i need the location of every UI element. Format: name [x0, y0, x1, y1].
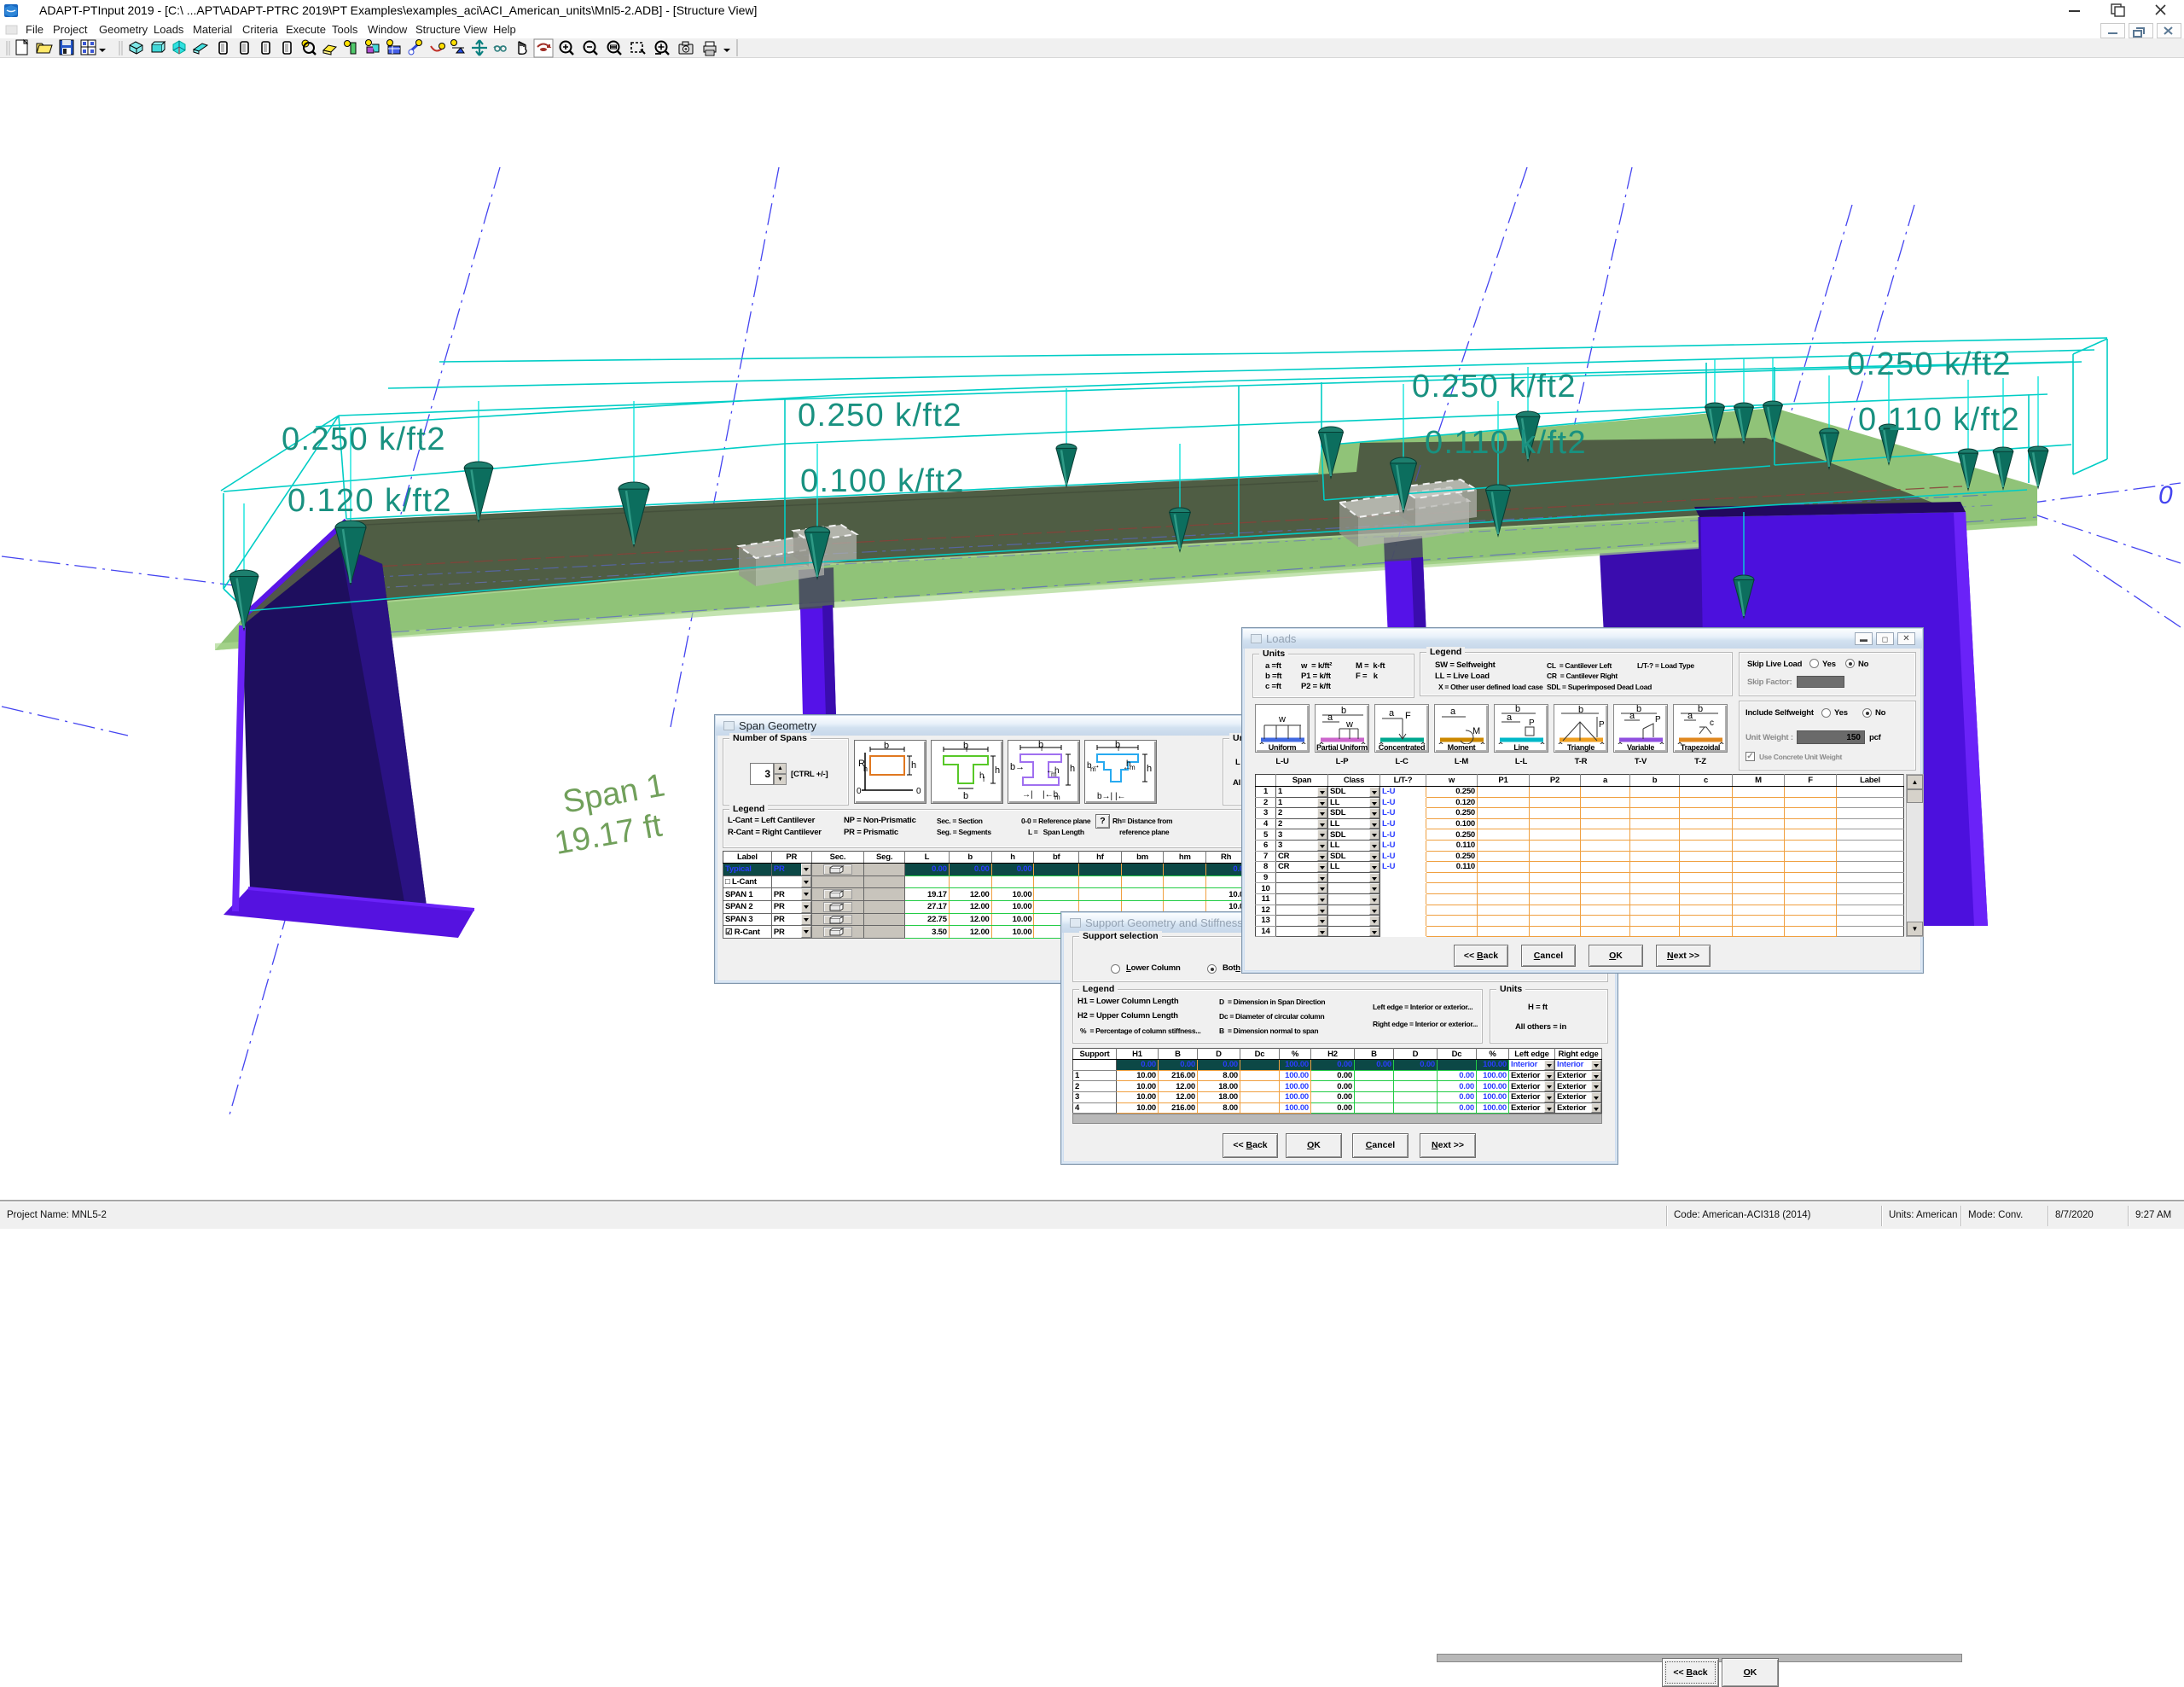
svg-text:0.120 k/ft2: 0.120 k/ft2 — [288, 483, 452, 519]
svg-text:b→: b→ — [1010, 762, 1025, 772]
svg-text:a: a — [1629, 711, 1635, 721]
svg-text:M: M — [1472, 726, 1480, 736]
svg-text:b: b — [1515, 705, 1520, 714]
svg-text:b: b — [1698, 705, 1703, 714]
svg-text:a: a — [1389, 708, 1395, 718]
svg-text:b: b — [1636, 705, 1641, 714]
svg-text:f: f — [983, 776, 985, 783]
svg-text:h: h — [1070, 764, 1075, 774]
svg-text:P: P — [1529, 718, 1535, 728]
svg-text:h: h — [863, 765, 868, 773]
svg-text:0.110 k/ft2: 0.110 k/ft2 — [1858, 402, 2020, 438]
svg-text:0: 0 — [857, 787, 862, 796]
svg-text:m: m — [1130, 764, 1136, 771]
svg-text:h: h — [995, 765, 1000, 776]
svg-text:0: 0 — [2158, 481, 2173, 509]
svg-text:0.250 k/ft2: 0.250 k/ft2 — [1847, 346, 2012, 382]
svg-text:m: m — [1051, 771, 1057, 778]
svg-text:0.110 k/ft2: 0.110 k/ft2 — [1425, 425, 1587, 461]
svg-text:0.250 k/ft2: 0.250 k/ft2 — [282, 422, 446, 457]
svg-text:a: a — [1507, 713, 1513, 723]
svg-text:b: b — [963, 791, 968, 801]
svg-text:0.250 k/ft2: 0.250 k/ft2 — [1412, 369, 1577, 404]
svg-text:h: h — [911, 760, 916, 771]
svg-text:0: 0 — [916, 787, 921, 796]
svg-text:b: b — [1341, 706, 1346, 716]
svg-text:c: c — [1710, 718, 1714, 728]
svg-text:h: h — [1147, 764, 1152, 774]
svg-text:b: b — [884, 741, 889, 751]
svg-text:P: P — [1655, 715, 1661, 724]
svg-text:b→| |←: b→| |← — [1097, 792, 1126, 801]
svg-text:0.100 k/ft2: 0.100 k/ft2 — [800, 463, 965, 499]
svg-text:b: b — [1578, 705, 1583, 715]
svg-text:F: F — [1405, 711, 1411, 721]
svg-text:→|: →| — [1022, 790, 1033, 800]
svg-text:a: a — [1327, 713, 1333, 723]
svg-text:0.250 k/ft2: 0.250 k/ft2 — [798, 398, 962, 433]
svg-text:w: w — [1345, 719, 1353, 730]
svg-text:P: P — [1599, 720, 1605, 730]
svg-text:m: m — [1054, 794, 1060, 801]
svg-text:w: w — [1278, 714, 1286, 724]
svg-text:m: m — [1090, 765, 1096, 773]
svg-text:a: a — [1687, 711, 1693, 721]
svg-text:a: a — [1450, 707, 1456, 717]
